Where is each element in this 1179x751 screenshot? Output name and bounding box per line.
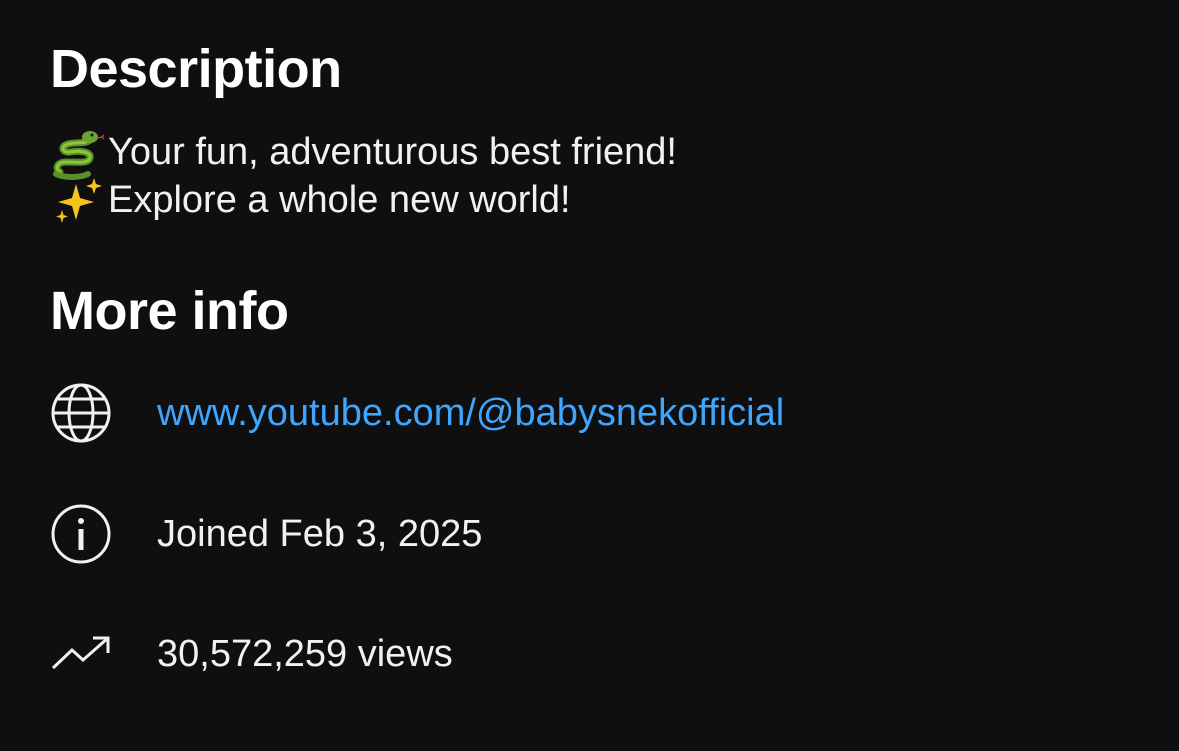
view-count: 30,572,259 views: [157, 632, 453, 675]
description-line-text: Your fun, adventurous best friend!: [108, 131, 677, 173]
joined-date: Joined Feb 3, 2025: [157, 512, 483, 555]
trending-up-icon: [50, 619, 118, 689]
globe-icon: [50, 378, 118, 448]
description-text: Your fun, adventurous best friend! Explo…: [50, 128, 677, 224]
description-title: Description: [50, 39, 342, 99]
channel-link[interactable]: www.youtube.com/@babysnekofficial: [157, 392, 784, 435]
more-info-title: More info: [50, 281, 289, 341]
sparkles-emoji-icon: [50, 176, 108, 224]
views-row: 30,572,259 views: [50, 619, 453, 689]
joined-row: Joined Feb 3, 2025: [50, 499, 482, 569]
info-icon: [50, 499, 118, 569]
channel-link-row[interactable]: www.youtube.com/@babysnekofficial: [50, 378, 784, 448]
snake-emoji-icon: [50, 128, 108, 180]
description-line: Explore a whole new world!: [50, 176, 677, 224]
description-line: Your fun, adventurous best friend!: [50, 128, 677, 180]
description-line-text: Explore a whole new world!: [108, 179, 571, 221]
